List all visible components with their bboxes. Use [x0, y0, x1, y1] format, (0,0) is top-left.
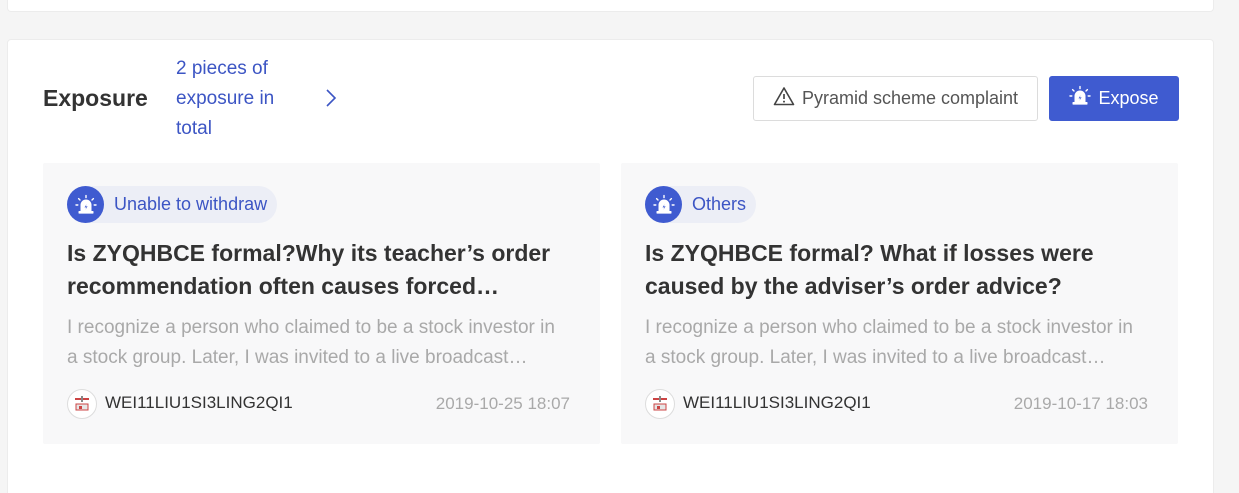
exposure-card[interactable]: Unable to withdraw Is ZYQHBCE formal?Why…: [43, 163, 600, 444]
exposure-count-link[interactable]: 2 pieces of exposure in total: [176, 54, 306, 144]
alarm-siren-icon: [67, 186, 104, 223]
category-tag-label: Unable to withdraw: [114, 194, 268, 214]
category-tag-label: Others: [692, 194, 747, 214]
card-excerpt: I recognize a person who claimed to be a…: [67, 317, 555, 368]
post-date: 2019-10-17 18:03: [1013, 394, 1148, 413]
category-tag[interactable]: Others: [645, 186, 757, 223]
chevron-right-icon[interactable]: [323, 87, 339, 109]
pyramid-complaint-button[interactable]: Pyramid scheme complaint: [753, 76, 1038, 121]
post-date: 2019-10-25 18:07: [435, 394, 570, 413]
exposure-card[interactable]: Others Is ZYQHBCE formal? What if losses…: [621, 163, 1178, 444]
card-excerpt: I recognize a person who claimed to be a…: [645, 317, 1133, 368]
exposure-panel: Exposure 2 pieces of exposure in total P…: [7, 39, 1214, 493]
expose-label: Expose: [1098, 88, 1159, 108]
card-title[interactable]: Is ZYQHBCE formal?Why its teacher’s orde…: [67, 237, 582, 303]
alarm-siren-icon: [1069, 85, 1092, 112]
complaint-label: Pyramid scheme complaint: [801, 88, 1019, 108]
previous-panel: [7, 0, 1214, 12]
expose-button[interactable]: Expose: [1049, 76, 1179, 121]
avatar: [67, 389, 97, 419]
warning-triangle-icon: [773, 86, 795, 111]
alarm-siren-icon: [645, 186, 682, 223]
author-name: WEI11LIU1SI3LING2QI1: [683, 393, 871, 412]
avatar: [645, 389, 675, 419]
author-name: WEI11LIU1SI3LING2QI1: [105, 393, 293, 412]
section-title: Exposure: [43, 85, 148, 111]
category-tag[interactable]: Unable to withdraw: [67, 186, 278, 223]
card-title[interactable]: Is ZYQHBCE formal? What if losses were c…: [645, 237, 1160, 303]
